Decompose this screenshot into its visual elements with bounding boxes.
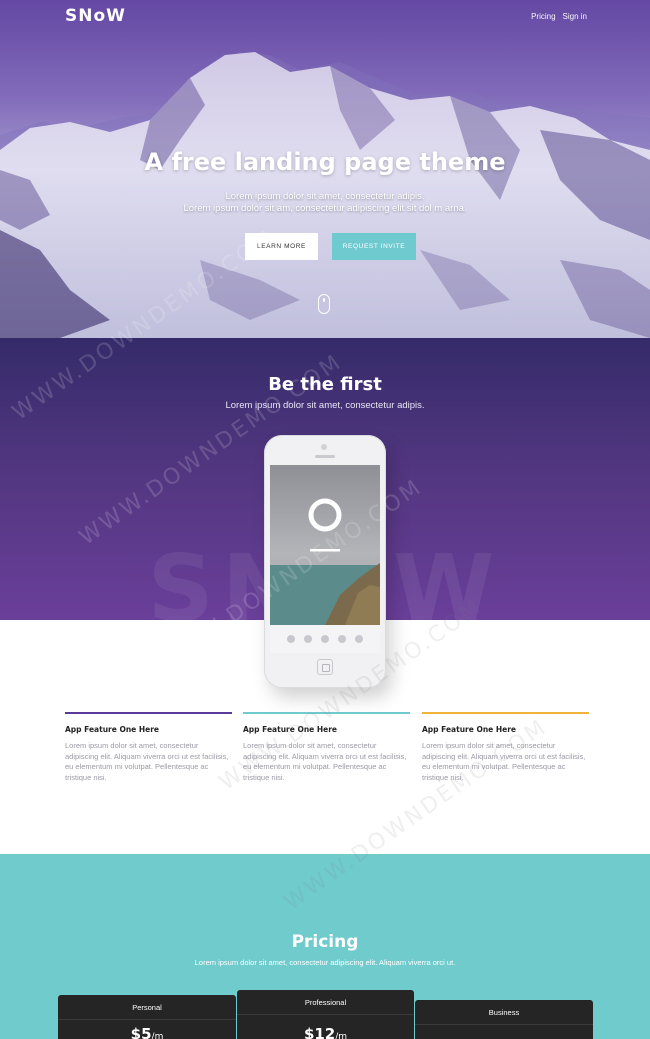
- feature-title: App Feature One Here: [243, 725, 338, 734]
- plan-card-business[interactable]: Business: [415, 1000, 593, 1039]
- phone-home-button-icon: [317, 659, 333, 675]
- phone-mockup: [264, 435, 386, 688]
- phone-camera-icon: [321, 444, 327, 450]
- phone-social-icons: [270, 625, 380, 653]
- plan-card-personal[interactable]: Personal $5/m: [58, 995, 236, 1039]
- pricing-section: Pricing Lorem ipsum dolor sit amet, cons…: [0, 854, 650, 1039]
- hero-subtitle-line-2: Lorem ipsum dolor sit am, consectetur ad…: [183, 203, 467, 214]
- globe-icon: [321, 635, 329, 643]
- scroll-down-mouse-icon[interactable]: [318, 294, 330, 314]
- be-the-first-title: Be the first: [268, 374, 382, 395]
- feature-title: App Feature One Here: [65, 725, 160, 734]
- feature-accent-bar: [422, 712, 589, 714]
- plan-name: Personal: [132, 1003, 162, 1012]
- phone-screen: [270, 465, 380, 653]
- twitter-icon: [304, 635, 312, 643]
- feature-accent-bar: [65, 712, 232, 714]
- user-icon: [287, 635, 295, 643]
- feature-card-3: App Feature One Here Lorem ipsum dolor s…: [422, 712, 589, 783]
- feature-card-2: App Feature One Here Lorem ipsum dolor s…: [243, 712, 410, 783]
- plan-divider: [58, 1019, 236, 1020]
- top-nav: Pricing Sign in: [531, 12, 587, 21]
- pricing-subtitle: Lorem ipsum dolor sit amet, consectetur …: [194, 958, 456, 967]
- feature-card-1: App Feature One Here Lorem ipsum dolor s…: [65, 712, 232, 783]
- request-invite-button[interactable]: REQUEST INVITE: [332, 233, 416, 260]
- feature-title: App Feature One Here: [422, 725, 517, 734]
- plan-divider: [415, 1024, 593, 1025]
- hero-section: SNoW Pricing Sign in A free landing page…: [0, 0, 650, 338]
- feature-accent-bar: [243, 712, 410, 714]
- nav-link-pricing[interactable]: Pricing: [531, 12, 555, 21]
- plan-name: Professional: [304, 998, 347, 1007]
- feature-text: Lorem ipsum dolor sit amet, consectetur …: [422, 741, 586, 782]
- hero-subtitle-line-1: Lorem ipsum dolor sit amet, consectetur …: [225, 191, 425, 202]
- be-the-first-subtitle: Lorem ipsum dolor sit amet, consectetur …: [225, 400, 425, 411]
- brand-logo[interactable]: SNoW: [65, 6, 126, 26]
- plan-price: $12/m: [303, 1025, 348, 1039]
- learn-more-button[interactable]: LEARN MORE: [245, 233, 318, 260]
- feature-text: Lorem ipsum dolor sit amet, consectetur …: [65, 741, 229, 782]
- nav-link-sign-in[interactable]: Sign in: [563, 12, 587, 21]
- plan-divider: [237, 1014, 414, 1015]
- phone-speaker-icon: [315, 455, 335, 458]
- plan-price: $5/m: [130, 1025, 164, 1039]
- plan-name: Business: [488, 1008, 520, 1017]
- hero-title: A free landing page theme: [144, 148, 506, 176]
- plan-card-professional[interactable]: Professional $12/m: [237, 990, 414, 1039]
- share-icon: [355, 635, 363, 643]
- phone-screen-image: [270, 465, 380, 625]
- feature-text: Lorem ipsum dolor sit amet, consectetur …: [243, 741, 407, 782]
- pricing-title: Pricing: [291, 932, 359, 952]
- instagram-icon: [338, 635, 346, 643]
